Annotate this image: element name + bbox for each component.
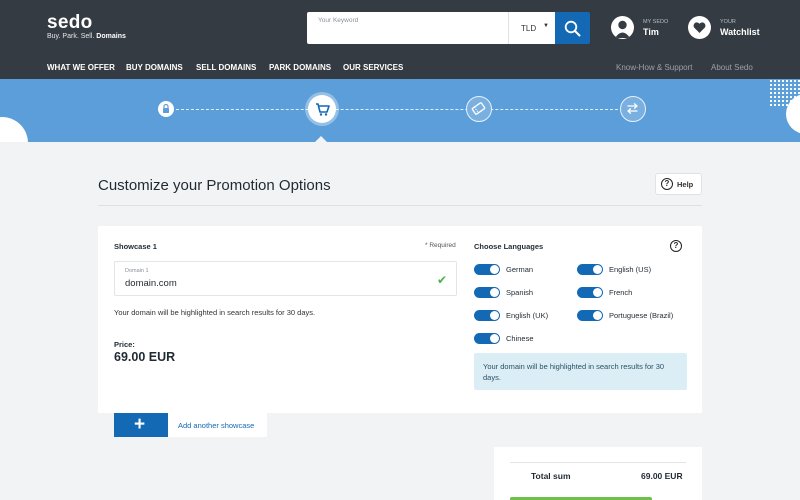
watchlist-label: Watchlist xyxy=(720,27,760,37)
decorative-circle xyxy=(0,117,28,142)
watchlist-small-label: YOUR xyxy=(720,19,736,25)
my-sedo-label: MY SEDO xyxy=(643,19,669,25)
heart-icon xyxy=(688,16,711,39)
total-summary: Total sum 69.00 EUR xyxy=(494,447,702,500)
language-label: English (US) xyxy=(609,265,652,274)
search-input[interactable]: Your Keyword xyxy=(307,12,508,44)
language-label: French xyxy=(609,288,633,297)
showcase-title: Showcase 1 xyxy=(114,242,157,251)
add-showcase-button[interactable]: + xyxy=(114,413,168,437)
nav-about-sedo[interactable]: About Sedo xyxy=(711,63,753,72)
my-sedo-account[interactable]: MY SEDO Tim xyxy=(611,16,686,42)
toggle-switch[interactable] xyxy=(474,310,500,321)
plus-icon: + xyxy=(134,414,146,435)
languages-title: Choose Languages xyxy=(474,242,544,251)
language-label: Chinese xyxy=(506,334,534,343)
toggle-switch[interactable] xyxy=(577,310,603,321)
tld-label: TLD xyxy=(521,24,537,33)
toggle-knob xyxy=(593,311,602,320)
add-showcase-label: Add another showcase xyxy=(178,421,255,430)
stepper-line xyxy=(166,109,633,110)
languages-info-box: Your domain will be highlighted in searc… xyxy=(474,353,687,390)
language-label: German xyxy=(506,265,534,274)
domain-field-value: domain.com xyxy=(125,278,177,289)
step-cart xyxy=(308,95,336,123)
language-label: English (UK) xyxy=(506,311,549,320)
step-transfer xyxy=(620,96,646,122)
nav-park-domains[interactable]: PARK DOMAINS xyxy=(269,63,331,72)
step-lock xyxy=(158,101,174,117)
progress-stepper xyxy=(0,79,800,142)
nav-sell-domains[interactable]: SELL DOMAINS xyxy=(196,63,256,72)
sedo-logo[interactable]: sedo Buy. Park. Sell. Domains xyxy=(47,12,126,40)
toggle-knob xyxy=(490,288,499,297)
languages-help-icon[interactable]: ? xyxy=(670,240,682,252)
toggle-switch[interactable] xyxy=(577,287,603,298)
toggle-knob xyxy=(490,265,499,274)
total-label: Total sum xyxy=(531,471,571,481)
toggle-knob xyxy=(593,265,602,274)
page-title: Customize your Promotion Options xyxy=(98,177,331,194)
help-button[interactable]: ? Help xyxy=(655,173,702,195)
decorative-dots xyxy=(769,79,800,107)
search-icon xyxy=(564,20,581,37)
title-divider xyxy=(98,205,702,206)
ticket-icon xyxy=(471,102,486,115)
caret-down-icon: ▼ xyxy=(543,23,549,29)
question-icon: ? xyxy=(661,178,673,190)
showcase-description: Your domain will be highlighted in searc… xyxy=(114,308,316,317)
total-divider xyxy=(510,462,686,463)
showcase-card: Showcase 1 * Required Domain 1 domain.co… xyxy=(98,226,702,413)
required-note: * Required xyxy=(425,242,456,249)
tld-select[interactable]: TLD ▼ xyxy=(508,12,555,44)
logo-tagline: Buy. Park. Sell. Domains xyxy=(47,33,126,40)
nav-our-services[interactable]: OUR SERVICES xyxy=(343,63,403,72)
user-name: Tim xyxy=(643,27,659,37)
toggle-switch[interactable] xyxy=(474,264,500,275)
logo-tagline-prefix: Buy. Park. Sell. xyxy=(47,33,95,40)
search-button[interactable] xyxy=(555,12,590,44)
toggle-switch[interactable] xyxy=(474,333,500,344)
domain-input[interactable]: Domain 1 domain.com ✔ xyxy=(114,261,457,296)
watchlist-link[interactable]: YOUR Watchlist xyxy=(688,16,778,42)
price-value: 69.00 EUR xyxy=(114,350,176,364)
toggle-knob xyxy=(593,288,602,297)
site-header: sedo Buy. Park. Sell. Domains Your Keywo… xyxy=(0,0,800,79)
add-showcase-link[interactable]: Add another showcase xyxy=(168,413,267,437)
logo-tagline-bold: Domains xyxy=(96,33,126,40)
active-step-pointer xyxy=(315,136,327,142)
search-placeholder: Your Keyword xyxy=(318,17,359,24)
language-label: Portuguese (Brazil) xyxy=(609,311,674,320)
nav-know-how-support[interactable]: Know-How & Support xyxy=(616,63,692,72)
checkmark-icon: ✔ xyxy=(437,273,448,287)
toggle-switch[interactable] xyxy=(474,287,500,298)
lock-icon xyxy=(163,103,169,113)
toggle-knob xyxy=(490,334,499,343)
toggle-switch[interactable] xyxy=(577,264,603,275)
price-label: Price: xyxy=(114,340,135,349)
transfer-icon xyxy=(627,103,638,114)
nav-what-we-offer[interactable]: WHAT WE OFFER xyxy=(47,63,115,72)
cart-icon xyxy=(316,103,330,116)
nav-buy-domains[interactable]: BUY DOMAINS xyxy=(126,63,183,72)
total-value: 69.00 EUR xyxy=(641,471,683,481)
domain-field-label: Domain 1 xyxy=(125,268,149,274)
logo-name: sedo xyxy=(47,12,93,33)
toggle-knob xyxy=(490,311,499,320)
step-ticket xyxy=(466,96,492,122)
help-label: Help xyxy=(677,180,694,189)
user-avatar-icon xyxy=(611,16,634,39)
languages-info-text: Your domain will be highlighted in searc… xyxy=(483,362,665,382)
search-bar: Your Keyword TLD ▼ xyxy=(307,12,590,44)
language-label: Spanish xyxy=(506,288,534,297)
